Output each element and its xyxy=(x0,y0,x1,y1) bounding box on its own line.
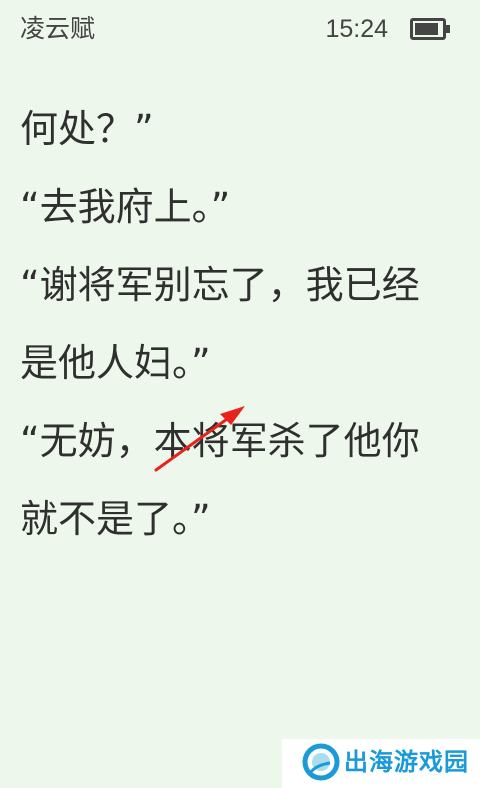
battery-tip xyxy=(446,25,450,33)
battery-icon xyxy=(410,18,446,40)
red-arrow-icon xyxy=(154,406,245,472)
watermark: 出海游戏园 xyxy=(282,739,480,788)
logo-icon xyxy=(302,743,340,781)
text-line: 何处？” xyxy=(20,107,154,151)
reading-content[interactable]: 何处？” “去我府上。” “谢将军别忘了，我已经 是他人妇。” “无妨，本将军杀… xyxy=(20,106,466,574)
clock: 15:24 xyxy=(325,15,388,43)
text-line: “谢将军别忘了，我已经 xyxy=(20,263,420,307)
text-line: 是他人妇。” xyxy=(20,341,211,385)
status-bar: 凌云赋 15:24 xyxy=(0,0,480,60)
book-title: 凌云赋 xyxy=(20,14,96,43)
text-line: 就不是了。” xyxy=(20,497,211,541)
watermark-text: 出海游戏园 xyxy=(344,748,469,776)
text-line: “去我府上。” xyxy=(20,185,231,229)
battery-level xyxy=(415,23,438,35)
